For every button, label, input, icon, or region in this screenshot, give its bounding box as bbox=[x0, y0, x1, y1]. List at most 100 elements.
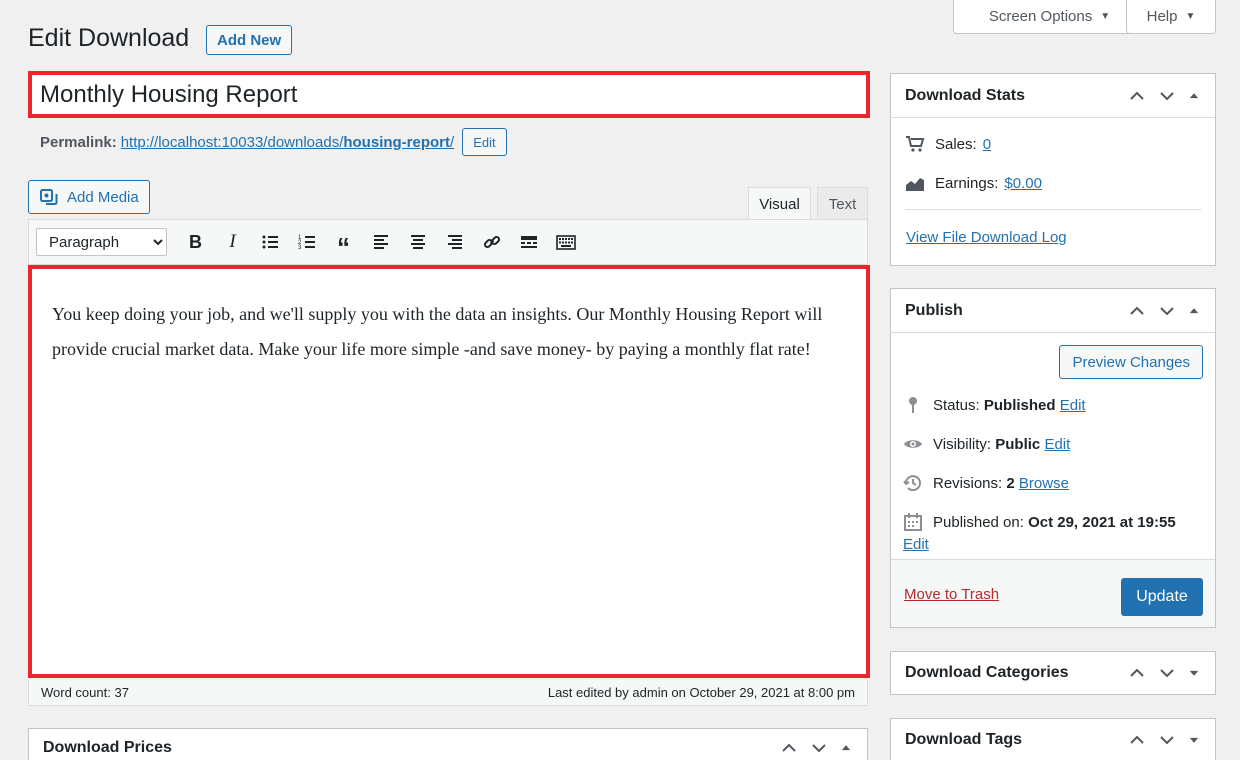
published-on-value: Oct 29, 2021 at 19:55 bbox=[1028, 513, 1176, 531]
download-stats-title: Download Stats bbox=[905, 86, 1026, 104]
toggle-panel-icon[interactable] bbox=[1187, 733, 1201, 747]
content-editor[interactable]: You keep doing your job, and we'll suppl… bbox=[28, 265, 870, 678]
chevron-up-icon[interactable] bbox=[1127, 663, 1147, 683]
help-button[interactable]: Help ▼ bbox=[1126, 0, 1216, 34]
media-icon bbox=[40, 189, 58, 205]
visibility-edit-link[interactable]: Edit bbox=[1044, 436, 1070, 453]
chevron-up-icon[interactable] bbox=[1127, 301, 1147, 321]
screen-options-button[interactable]: Screen Options ▼ bbox=[953, 0, 1146, 34]
calendar-icon bbox=[904, 513, 922, 531]
divider bbox=[905, 209, 1201, 210]
toolbar-toggle-icon[interactable] bbox=[547, 227, 584, 257]
add-media-label: Add Media bbox=[67, 188, 139, 206]
update-button[interactable]: Update bbox=[1121, 578, 1203, 616]
visibility-label: Visibility: bbox=[933, 435, 992, 453]
link-icon[interactable] bbox=[473, 227, 510, 257]
download-prices-title: Download Prices bbox=[43, 739, 172, 756]
eye-icon bbox=[904, 440, 922, 448]
browse-revisions-link[interactable]: Browse bbox=[1019, 475, 1069, 492]
publish-title: Publish bbox=[905, 301, 963, 319]
download-stats-box: Download Stats Sales: 0 Earnings: $0.00 … bbox=[890, 73, 1216, 266]
toggle-panel-icon[interactable] bbox=[1187, 666, 1201, 680]
chevron-down-icon[interactable] bbox=[1157, 663, 1177, 683]
editor-toolbar: Paragraph B I 123 “ bbox=[28, 219, 868, 265]
permalink-edit-button[interactable]: Edit bbox=[462, 128, 507, 156]
chevron-up-icon[interactable] bbox=[779, 738, 799, 758]
tab-visual[interactable]: Visual bbox=[748, 187, 811, 220]
numbered-list-icon[interactable]: 123 bbox=[288, 227, 325, 257]
revisions-row: Revisions: 2 Browse bbox=[903, 473, 1069, 493]
align-right-icon[interactable] bbox=[436, 227, 473, 257]
caret-down-icon: ▼ bbox=[1185, 11, 1196, 22]
publish-actions: Move to Trash Update bbox=[891, 559, 1215, 627]
permalink-trail: / bbox=[450, 133, 455, 151]
preview-changes-button[interactable]: Preview Changes bbox=[1059, 345, 1203, 379]
chart-area-icon bbox=[906, 178, 924, 191]
pin-icon bbox=[909, 397, 917, 413]
earnings-value-link[interactable]: $0.00 bbox=[1004, 175, 1042, 192]
revisions-label: Revisions: bbox=[933, 474, 1003, 492]
history-icon bbox=[903, 475, 921, 492]
permalink-row: Permalink: http://localhost:10033/downlo… bbox=[40, 128, 507, 156]
download-tags-title: Download Tags bbox=[905, 731, 1023, 748]
read-more-icon[interactable] bbox=[510, 227, 547, 257]
chevron-up-icon[interactable] bbox=[1127, 86, 1147, 106]
earnings-label: Earnings: bbox=[935, 174, 999, 192]
status-value: Published bbox=[983, 396, 1056, 414]
status-edit-link[interactable]: Edit bbox=[1060, 397, 1086, 414]
tab-text[interactable]: Text bbox=[817, 187, 868, 220]
visibility-value: Public bbox=[995, 435, 1041, 453]
published-on-label: Published on: bbox=[933, 513, 1024, 531]
toggle-panel-icon[interactable] bbox=[839, 741, 853, 755]
toggle-panel-icon[interactable] bbox=[1187, 304, 1201, 318]
editor-status-bar: Word count: 37 Last edited by admin on O… bbox=[28, 680, 868, 706]
title-field-wrapper bbox=[28, 71, 870, 118]
publish-header: Publish bbox=[891, 289, 1215, 333]
earnings-row: Earnings: $0.00 bbox=[905, 173, 1042, 193]
chevron-down-icon[interactable] bbox=[1157, 86, 1177, 106]
chevron-up-icon[interactable] bbox=[1127, 730, 1147, 750]
caret-down-icon: ▼ bbox=[1100, 11, 1111, 22]
svg-text:3: 3 bbox=[298, 245, 302, 251]
status-row: Status: Published Edit bbox=[903, 395, 1086, 415]
sales-label: Sales: bbox=[935, 135, 977, 153]
publish-box: Publish Preview Changes Status: Publishe… bbox=[890, 288, 1216, 628]
word-count: Word count: 37 bbox=[41, 685, 129, 700]
chevron-down-icon[interactable] bbox=[1157, 730, 1177, 750]
download-categories-title: Download Categories bbox=[905, 664, 1069, 681]
visibility-row: Visibility: Public Edit bbox=[903, 434, 1070, 454]
add-media-button[interactable]: Add Media bbox=[28, 180, 150, 214]
status-label: Status: bbox=[933, 396, 980, 414]
permalink-link[interactable]: http://localhost:10033/downloads/housing… bbox=[121, 134, 454, 151]
chevron-down-icon[interactable] bbox=[809, 738, 829, 758]
cart-icon bbox=[906, 136, 925, 152]
sales-value-link[interactable]: 0 bbox=[983, 136, 991, 153]
align-left-icon[interactable] bbox=[362, 227, 399, 257]
italic-icon[interactable]: I bbox=[214, 227, 251, 257]
align-center-icon[interactable] bbox=[399, 227, 436, 257]
revisions-value: 2 bbox=[1006, 474, 1015, 492]
permalink-label: Permalink: bbox=[40, 133, 117, 151]
download-categories-box: Download Categories bbox=[890, 651, 1216, 695]
view-download-log-link[interactable]: View File Download Log bbox=[906, 229, 1067, 246]
blockquote-icon[interactable]: “ bbox=[325, 227, 362, 260]
last-edited: Last edited by admin on October 29, 2021… bbox=[547, 685, 855, 700]
permalink-base: http://localhost:10033/downloads/ bbox=[120, 133, 344, 151]
format-select[interactable]: Paragraph bbox=[36, 228, 167, 256]
post-title-input[interactable] bbox=[40, 80, 866, 109]
add-new-button[interactable]: Add New bbox=[206, 25, 293, 55]
screen-options-label: Screen Options bbox=[988, 8, 1093, 25]
published-on-row: Published on: Oct 29, 2021 at 19:55 bbox=[903, 512, 1176, 532]
bold-icon[interactable]: B bbox=[177, 227, 214, 257]
sales-row: Sales: 0 bbox=[905, 134, 991, 154]
download-tags-header: Download Tags bbox=[891, 719, 1215, 760]
move-to-trash-link[interactable]: Move to Trash bbox=[904, 586, 999, 603]
bullet-list-icon[interactable] bbox=[251, 227, 288, 257]
download-categories-header: Download Categories bbox=[891, 652, 1215, 694]
toggle-panel-icon[interactable] bbox=[1187, 89, 1201, 103]
chevron-down-icon[interactable] bbox=[1157, 301, 1177, 321]
permalink-slug: housing-report bbox=[343, 133, 451, 151]
download-prices-panel: Download Prices bbox=[28, 728, 868, 760]
published-on-edit-link[interactable]: Edit bbox=[903, 536, 929, 553]
page-title: Edit Download bbox=[28, 24, 190, 52]
